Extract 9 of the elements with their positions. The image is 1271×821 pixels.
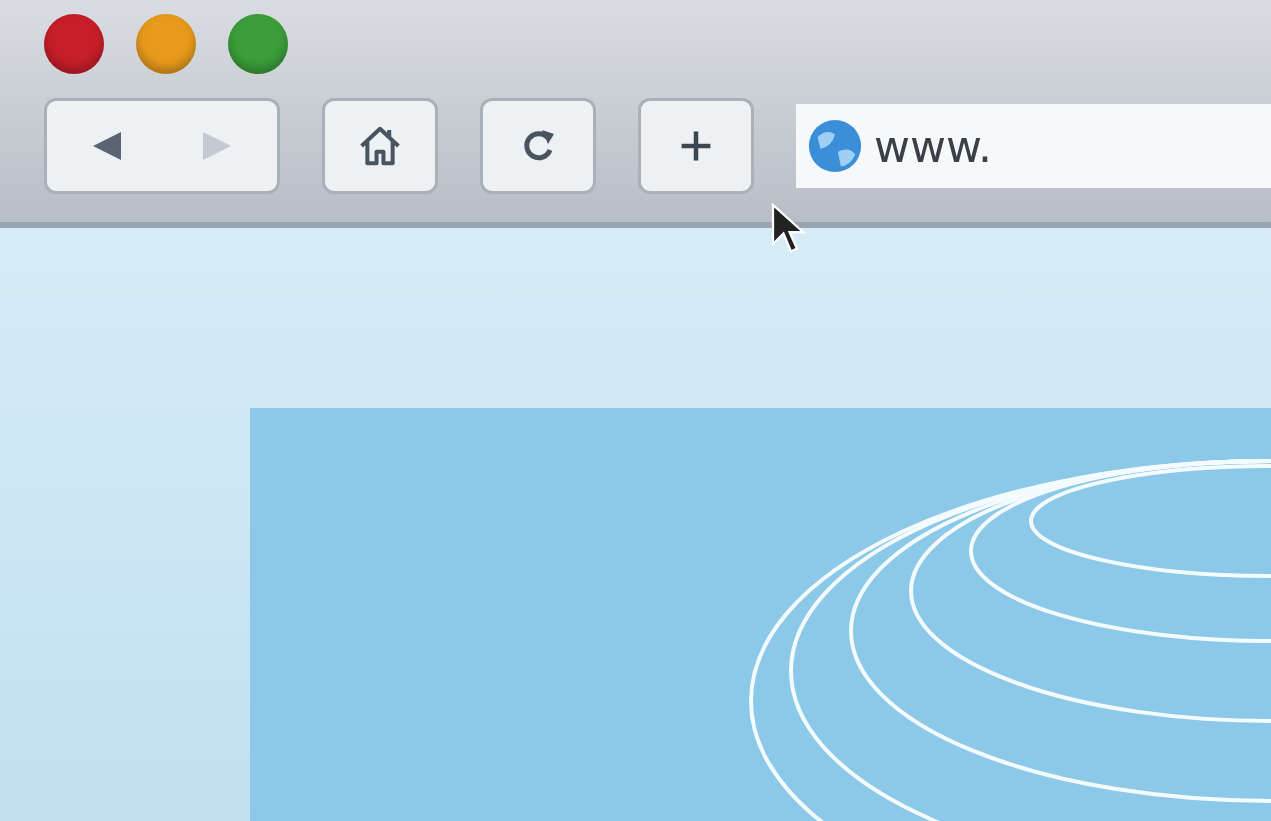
address-bar[interactable]: www. xyxy=(796,104,1271,188)
url-text: www. xyxy=(874,120,992,172)
reload-button[interactable] xyxy=(480,98,596,194)
window-control-button[interactable] xyxy=(228,14,288,74)
home-button[interactable] xyxy=(322,98,438,194)
window-control-button[interactable] xyxy=(136,14,196,74)
window-control-button[interactable] xyxy=(44,14,104,74)
cursor-icon xyxy=(770,202,806,256)
globe-icon xyxy=(806,117,864,175)
